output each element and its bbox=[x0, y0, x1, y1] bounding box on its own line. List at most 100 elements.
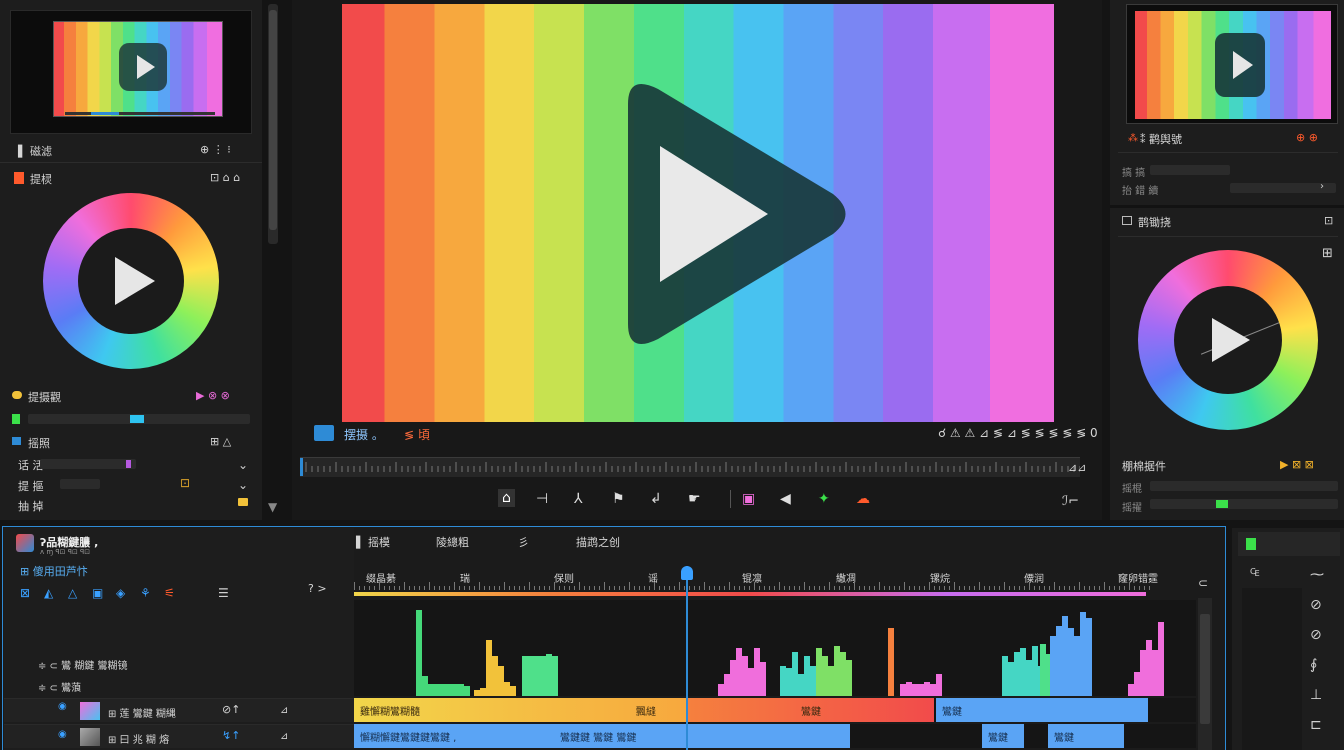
timeline-tools: ⊠ ◭ △ ▣ ◈ ⚘ ⚟ bbox=[20, 586, 220, 602]
mini-preview[interactable] bbox=[10, 10, 252, 134]
cloud-icon[interactable]: ☁ bbox=[856, 492, 870, 506]
wheel-options-icon[interactable]: ⊞ bbox=[1322, 246, 1333, 261]
clip[interactable]: 飄縫 bbox=[550, 698, 686, 722]
divider bbox=[0, 162, 262, 163]
chevron-down-icon[interactable]: ⌄ bbox=[238, 478, 248, 492]
trim-icon[interactable]: ⊣ bbox=[536, 492, 548, 506]
preview-icons[interactable]: ⊕ ⋮ ⁝ bbox=[200, 143, 231, 156]
chevron-right-icon[interactable]: › bbox=[1320, 180, 1324, 194]
section-icon bbox=[1122, 216, 1132, 225]
wand-icon[interactable]: ∮ bbox=[1310, 658, 1317, 672]
track-mute-icon[interactable]: ⊘↑ bbox=[222, 703, 240, 716]
left-scrollbar-thumb[interactable] bbox=[269, 10, 277, 230]
pen-tool-icon[interactable]: ⚘ bbox=[140, 586, 151, 600]
frame-tool-icon[interactable]: ▣ bbox=[92, 586, 103, 600]
megaphone-tool-icon[interactable]: ⚟ bbox=[164, 586, 175, 600]
select-tool-icon[interactable]: ⊠ bbox=[20, 586, 30, 600]
pen-icon[interactable]: ⊘ bbox=[1310, 598, 1322, 612]
play-icon[interactable] bbox=[115, 257, 155, 305]
home-icon[interactable]: ⌂ bbox=[498, 489, 515, 507]
ruler-tick bbox=[814, 586, 815, 590]
eye-icon[interactable]: ◉ bbox=[58, 700, 67, 714]
row3-field[interactable] bbox=[40, 459, 136, 469]
scrub-bar-start-icon[interactable] bbox=[300, 458, 303, 476]
viewer-label-right[interactable]: ☌ ⚠ ⚠ ⊿ ≶ ⊿ ≶ ≶ ≶ ≶ ≶ 0 bbox=[938, 426, 1098, 440]
timeline-tab[interactable]: 描鹉之创 bbox=[576, 534, 620, 550]
minus-icon[interactable]: ⁓ bbox=[1310, 568, 1324, 582]
track-lock-icon[interactable]: ⊿ bbox=[280, 730, 288, 744]
ruler-tick bbox=[1129, 582, 1130, 590]
right-footer-icons[interactable]: ▶ ⊠ ⊠ bbox=[1280, 458, 1314, 471]
ruler-tick bbox=[919, 586, 920, 590]
effects-icon[interactable]: ✦ bbox=[818, 492, 830, 506]
track-audio-icon[interactable]: ↯↑ bbox=[222, 729, 240, 742]
chevron-down-icon[interactable]: ▼ bbox=[268, 500, 277, 514]
track-header-3[interactable]: ⊞ 莲 鸞鍵 糊縄 ⊘↑ ⊿ bbox=[4, 698, 354, 722]
section-icon-right[interactable]: ⊡ bbox=[1324, 214, 1333, 227]
track-lock-icon[interactable]: ⊿ bbox=[280, 704, 288, 718]
timeline-vscroll-thumb[interactable] bbox=[1200, 614, 1210, 724]
play-icon[interactable] bbox=[1212, 318, 1250, 362]
scrub-bar-label: ⊿⊿ bbox=[1068, 461, 1087, 474]
secondary-label: ⊞ 傻用田芦忭 bbox=[20, 565, 88, 578]
ruler-tick bbox=[839, 586, 840, 590]
track-header-2[interactable]: ≑ ⊂ 鸞蒗 bbox=[4, 676, 354, 696]
ripple-icon[interactable]: ⅄ bbox=[574, 492, 583, 506]
color-panel-icons[interactable]: ⊡ ⌂ ⌂ bbox=[210, 171, 240, 184]
settings-icon[interactable]: ℐ⌐ bbox=[1062, 494, 1079, 509]
clip[interactable]: 鸞鍵 bbox=[1048, 724, 1124, 748]
playhead[interactable] bbox=[681, 566, 694, 750]
timeline-tab[interactable]: 彡 bbox=[518, 534, 529, 550]
text-icon[interactable]: ⊥ bbox=[1310, 688, 1322, 702]
track-tool-icon[interactable]: ◭ bbox=[44, 586, 53, 600]
scrub-bar[interactable] bbox=[300, 457, 1081, 477]
big-play-button[interactable] bbox=[608, 74, 848, 354]
chevron-down-icon[interactable]: ⌄ bbox=[238, 458, 248, 472]
mini-scrubber[interactable] bbox=[65, 112, 215, 115]
track-header-1[interactable]: ≑ ⊂ 鸞 糊鍵 鸞糊镜 bbox=[4, 654, 354, 674]
ruler-tick bbox=[1044, 586, 1045, 590]
timeline-tab[interactable]: ▌ 摇模 bbox=[356, 534, 390, 550]
ruler-tick bbox=[434, 586, 435, 590]
right-preview[interactable] bbox=[1126, 4, 1338, 124]
color-icon[interactable]: ▣ bbox=[742, 492, 755, 506]
clip[interactable]: 鸞鍵 bbox=[688, 698, 934, 722]
shape-tool-icon[interactable]: △ bbox=[68, 586, 77, 600]
right-footer-field1[interactable] bbox=[1150, 481, 1338, 491]
timeline-tab[interactable]: 陵總粗 bbox=[436, 534, 469, 550]
audio-icon[interactable]: ◀ bbox=[780, 492, 791, 506]
zoom-icon[interactable]: ⊂ bbox=[1198, 576, 1208, 590]
shield-tool-icon[interactable]: ◈ bbox=[116, 586, 125, 600]
razor-icon[interactable]: ⚑ bbox=[612, 492, 625, 506]
right-footer-slider-thumb[interactable] bbox=[1215, 500, 1228, 508]
track-header-4[interactable]: ⊞ 曰 兆 糊 熔 ↯↑ ⊿ bbox=[4, 724, 354, 748]
ruler-label: 窿卵错霆 bbox=[1118, 574, 1158, 585]
right-header-icons[interactable]: ⊕ ⊕ bbox=[1296, 131, 1318, 144]
playhead-handle-icon[interactable] bbox=[681, 566, 694, 580]
color-wheel[interactable] bbox=[43, 193, 219, 369]
row2-icons[interactable]: ⊞ △ bbox=[210, 435, 231, 448]
clip[interactable]: 鸞鍵 bbox=[982, 724, 1024, 748]
ruler-tick bbox=[1104, 582, 1105, 590]
clip[interactable]: 鸞鍵 bbox=[936, 698, 1148, 722]
clip[interactable]: 鸞鍵鍵 鸞鍵 鸞鍵 bbox=[554, 724, 694, 748]
row4-field[interactable] bbox=[60, 479, 100, 489]
right-footer-slider[interactable] bbox=[1150, 499, 1338, 509]
right-row1-field[interactable] bbox=[1150, 165, 1230, 175]
ruler-tick bbox=[449, 586, 450, 590]
viewer-badge-icon[interactable] bbox=[314, 425, 334, 441]
ruler-left-label[interactable]: ? > bbox=[308, 582, 327, 595]
hand-icon[interactable]: ☛ bbox=[688, 492, 701, 506]
folder-icon[interactable] bbox=[238, 498, 248, 506]
row1-icons[interactable]: ▶ ⊗ ⊗ bbox=[196, 389, 230, 402]
crop-icon[interactable]: ⊏ bbox=[1310, 718, 1322, 732]
menu-icon[interactable]: ☰ bbox=[218, 586, 229, 600]
color-wheel[interactable] bbox=[1138, 250, 1318, 430]
ruler-tick bbox=[569, 586, 570, 590]
eye-icon[interactable]: ◉ bbox=[58, 728, 67, 742]
brush-icon[interactable]: ⊘ bbox=[1310, 628, 1322, 642]
ruler-tick bbox=[1039, 586, 1040, 590]
waveform-area[interactable] bbox=[354, 600, 1196, 696]
slip-icon[interactable]: ↲ bbox=[650, 492, 662, 506]
keyframe-icon[interactable]: ⊡ bbox=[180, 476, 190, 490]
